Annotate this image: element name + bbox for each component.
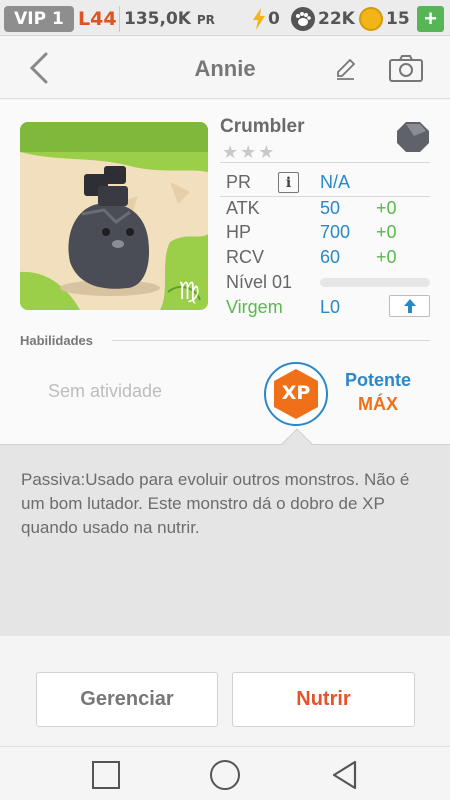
manage-button[interactable]: Gerenciar <box>36 672 218 727</box>
stat-rcv-label: RCV <box>226 247 265 267</box>
status-bar: VIP 1 L44 135,0K PR 0 22K 15 + <box>0 0 450 36</box>
recent-apps-icon[interactable] <box>92 761 120 789</box>
zodiac-sign-label: Virgem <box>226 297 283 317</box>
stat-hp-value: 700 <box>320 222 351 242</box>
player-power-value: 135,0K <box>124 9 191 29</box>
info-icon[interactable]: i <box>278 172 299 193</box>
page-title: Annie <box>194 56 256 81</box>
level-label: Nível 01 <box>226 272 293 292</box>
feed-button[interactable]: Nutrir <box>232 672 415 727</box>
potency-label: Potente <box>344 370 411 390</box>
back-triangle-icon[interactable] <box>330 759 358 791</box>
energy-count: 0 <box>268 9 280 29</box>
xp-badge-label: XP <box>281 382 311 404</box>
no-ability-text: Sem atividade <box>48 381 163 401</box>
paw-count: 22K <box>318 9 355 29</box>
rock-element-icon <box>397 122 429 152</box>
edit-pencil-icon[interactable] <box>333 56 359 82</box>
stat-atk-bonus: +0 <box>376 198 397 218</box>
stat-pr-value: N/A <box>320 172 351 192</box>
coin-icon <box>359 7 383 31</box>
stat-hp-bonus: +0 <box>376 222 397 242</box>
monster-portrait[interactable]: ♍ <box>20 122 208 310</box>
paw-icon <box>291 7 315 31</box>
rarity-stars: ★★★ <box>222 142 277 162</box>
zodiac-level-value: L0 <box>320 297 341 317</box>
abilities-section-label: Habilidades <box>20 333 93 348</box>
camera-icon[interactable] <box>388 53 424 83</box>
status-divider <box>119 6 120 32</box>
vip-badge[interactable]: VIP 1 <box>4 6 74 32</box>
page-header: Annie <box>0 37 450 99</box>
monster-description: Passiva:Usado para evoluir outros monstr… <box>21 470 410 537</box>
abilities-divider <box>112 340 430 341</box>
stat-atk-value: 50 <box>320 198 341 218</box>
coin-count: 15 <box>386 9 410 29</box>
name-divider <box>220 162 430 163</box>
add-coins-button[interactable]: + <box>417 6 444 32</box>
stat-atk-label: ATK <box>226 198 260 218</box>
stat-divider <box>220 196 430 197</box>
stat-pr-label: PR <box>226 172 252 192</box>
potency-value: MÁX <box>358 394 398 414</box>
virgo-sign-icon: ♍ <box>178 277 200 305</box>
system-nav-bar <box>0 746 450 800</box>
home-icon[interactable] <box>210 760 240 790</box>
player-level: L44 <box>78 8 117 30</box>
lightning-icon <box>253 8 265 30</box>
level-progress-bar <box>320 278 430 287</box>
stat-hp-label: HP <box>226 222 252 242</box>
player-power: 135,0K PR <box>124 9 215 29</box>
monster-species: Crumbler <box>220 116 305 137</box>
player-power-unit: PR <box>196 13 215 27</box>
xp-badge[interactable]: XP <box>264 362 328 426</box>
stat-rcv-bonus: +0 <box>376 247 397 267</box>
sign-upgrade-button[interactable] <box>389 295 430 317</box>
arrow-up-icon <box>403 299 416 313</box>
stat-rcv-value: 60 <box>320 247 341 267</box>
